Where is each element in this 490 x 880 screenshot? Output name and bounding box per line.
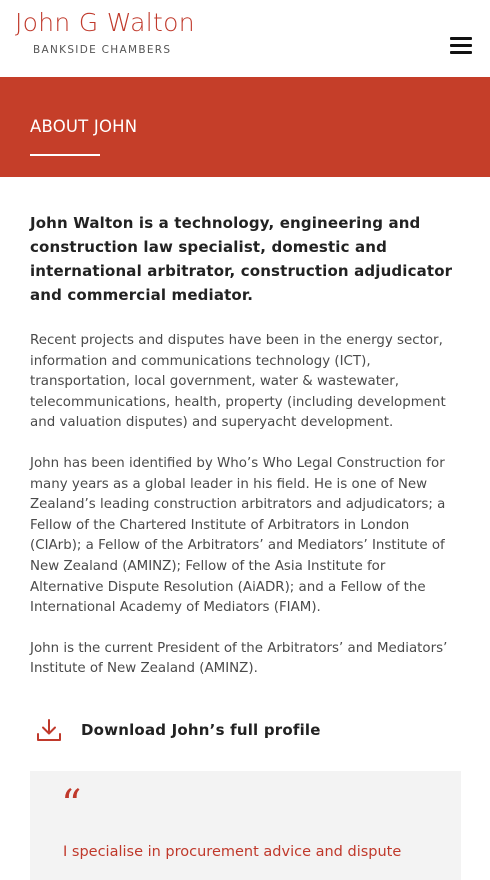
site-header: John G Walton BANKSIDE CHAMBERS — [0, 0, 490, 77]
body-paragraph: John has been identified by Who’s Who Le… — [30, 455, 446, 616]
download-profile-link[interactable]: Download John’s full profile — [30, 710, 462, 750]
body-paragraph: Recent projects and disputes have been i… — [30, 333, 446, 431]
quote-box: “ I specialise in procurement advice and… — [30, 770, 461, 880]
page-banner: ABOUT JOHN — [0, 77, 490, 177]
brand-subtitle: BANKSIDE CHAMBERS — [33, 44, 172, 56]
title-underline — [30, 154, 100, 156]
brand-name[interactable]: John G Walton — [15, 8, 195, 37]
lead-paragraph: John Walton is a technology, engineering… — [30, 214, 453, 304]
hamburger-menu-icon[interactable] — [450, 37, 472, 54]
quote-mark-icon: “ — [61, 781, 82, 828]
page-title: ABOUT JOHN — [30, 117, 138, 136]
download-profile-label[interactable]: Download John’s full profile — [81, 721, 321, 739]
download-icon — [37, 718, 61, 741]
body-paragraph: John is the current President of the Arb… — [30, 640, 448, 677]
quote-text: I specialise in procurement advice and d… — [63, 843, 402, 860]
main-content: John Walton is a technology, engineering… — [0, 177, 490, 880]
